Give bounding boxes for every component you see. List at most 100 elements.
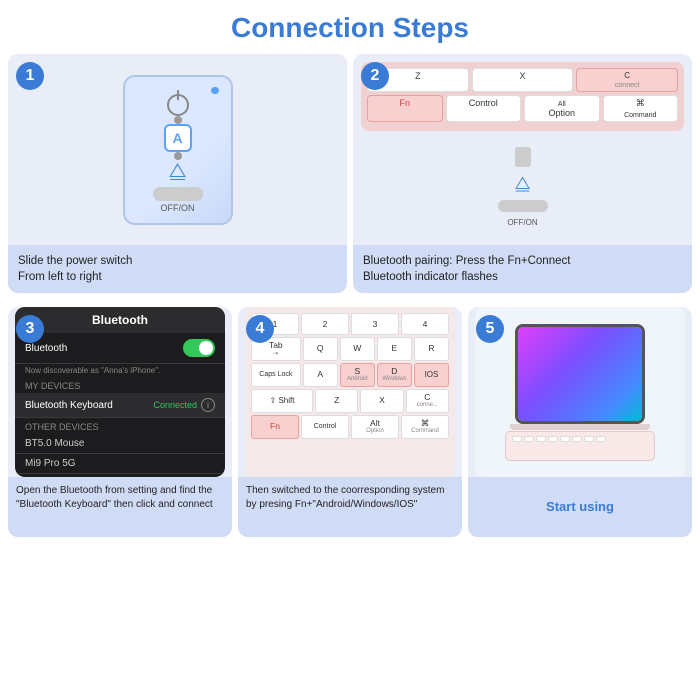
bt-other-device-1: BT5.0 Mouse: [15, 434, 225, 454]
keyboard-device-step1: A ⧋ OFF/ON: [123, 75, 233, 225]
key-a: A: [303, 363, 338, 387]
step-4-number: 4: [246, 315, 274, 343]
step-1-box: 1 A ⧋ OFF/ON Slide the power switchFrom …: [8, 54, 347, 293]
bt-toggle-label: Bluetooth: [25, 343, 67, 354]
mini-key: [572, 436, 582, 442]
mini-key: [536, 436, 546, 442]
tablet-keyboard-step5: [505, 431, 655, 461]
power-switch-step1: [153, 187, 203, 201]
key-shift: ⇧ Shift: [251, 389, 313, 413]
circle-dot-2: [174, 152, 182, 160]
key-q: Q: [303, 337, 338, 361]
key-r: R: [414, 337, 449, 361]
key-control: Control: [446, 95, 522, 122]
bt-other-devices-label: OTHER DEVICES: [15, 418, 225, 434]
tablet-body: [515, 324, 645, 424]
mini-key: [548, 436, 558, 442]
bt-toggle-row: Bluetooth: [15, 333, 225, 364]
mini-key: [512, 436, 522, 442]
top-steps: 1 A ⧋ OFF/ON Slide the power switchFrom …: [0, 54, 700, 307]
power-icon-step1: [167, 94, 189, 116]
key-ios: IOS: [414, 363, 449, 387]
step-1-image: 1 A ⧋ OFF/ON: [8, 54, 347, 245]
key-2: 2: [301, 313, 349, 335]
key-fn: Fn: [367, 95, 443, 122]
bt-toggle-switch: [183, 339, 215, 357]
page-title: Connection Steps: [0, 0, 700, 54]
step-4-box: 4 1 2 3 4 Tab⇥ Q W E R: [238, 307, 462, 537]
step-5-image: 5: [468, 307, 692, 477]
mini-key: [596, 436, 606, 442]
kb-row-4: ⇧ Shift Z X Cconne...: [251, 389, 449, 413]
bt-my-devices-label: MY DEVICES: [15, 377, 225, 393]
step2-device-bottom: ⧋ OFF/ON: [361, 137, 684, 237]
tablet-assembly: [505, 324, 655, 461]
key-3: 3: [351, 313, 399, 335]
key-ctrl2: Control: [301, 415, 349, 439]
step2-keys-top: Z X Cconnect Fn Control AllOption ⌘Comma…: [361, 62, 684, 131]
key-alt: AltOption: [351, 415, 399, 439]
key-caps: Caps Lock: [251, 363, 301, 387]
key-command: ⌘Command: [603, 95, 679, 122]
kb-row-3: Caps Lock A SAndroid DWindows IOS: [251, 363, 449, 387]
info-icon: i: [201, 398, 215, 412]
bt-other-device-2: Mi9 Pro 5G: [15, 454, 225, 474]
keyboard-layout-step4: 1 2 3 4 Tab⇥ Q W E R Caps Lock A SAn: [245, 307, 455, 477]
step-2-caption: Bluetooth pairing: Press the Fn+ConnectB…: [353, 245, 692, 293]
key-s-android: SAndroid: [340, 363, 375, 387]
bt-device-name: Bluetooth Keyboard: [25, 400, 113, 411]
kb-row-2: Tab⇥ Q W E R: [251, 337, 449, 361]
step-2-box: 2 Z X Cconnect Fn Control AllOption ⌘Com…: [353, 54, 692, 293]
step2-row2: Fn Control AllOption ⌘Command: [367, 95, 678, 122]
device-indicator-step2: [515, 147, 531, 167]
bt-other-device-3: OPPO R15: [15, 474, 225, 477]
bottom-steps: 3 Bluetooth Bluetooth Now discoverable a…: [0, 307, 700, 545]
tablet-setup-image: [475, 307, 685, 477]
step-5-caption: Start using: [468, 477, 692, 537]
step-1-number: 1: [16, 62, 44, 90]
bluetooth-icon-step2: ⧋: [514, 173, 530, 194]
tablet-hinge: [510, 424, 650, 430]
kb-keys-small: [506, 432, 654, 446]
bt-connected-text: Connected: [153, 400, 197, 410]
tablet-screen: [518, 327, 642, 421]
step-3-caption: Open the Bluetooth from setting and find…: [8, 477, 232, 537]
step-2-image: 2 Z X Cconnect Fn Control AllOption ⌘Com…: [353, 54, 692, 245]
key-c-connect: Cconne...: [406, 389, 449, 413]
mini-key: [584, 436, 594, 442]
key-w: W: [340, 337, 375, 361]
a-key-box: A: [164, 124, 192, 152]
bt-settings-panel: Bluetooth Bluetooth Now discoverable as …: [15, 307, 225, 477]
bt-device-row: Bluetooth Keyboard Connected i: [15, 393, 225, 418]
key-x2: X: [360, 389, 403, 413]
mini-key: [560, 436, 570, 442]
step-3-number: 3: [16, 315, 44, 343]
key-e: E: [377, 337, 412, 361]
bluetooth-dot-step1: [211, 87, 219, 95]
step-1-caption: Slide the power switchFrom left to right: [8, 245, 347, 293]
key-4: 4: [401, 313, 449, 335]
step2-row1: Z X Cconnect: [367, 68, 678, 92]
step-5-box: 5: [468, 307, 692, 537]
step-3-box: 3 Bluetooth Bluetooth Now discoverable a…: [8, 307, 232, 537]
key-z2: Z: [315, 389, 358, 413]
kb-row-5: Fn Control AltOption ⌘Command: [251, 415, 449, 439]
bt-discoverable-text: Now discoverable as "Anna's iPhone".: [15, 364, 225, 377]
key-connect: Cconnect: [576, 68, 678, 92]
step-2-number: 2: [361, 62, 389, 90]
off-on-label-step2: OFF/ON: [507, 218, 537, 227]
switch-step2: [498, 200, 548, 212]
key-x: X: [472, 68, 574, 92]
bt-settings-header: Bluetooth: [15, 307, 225, 333]
key-cmd2: ⌘Command: [401, 415, 449, 439]
bt-device-status-area: Connected i: [153, 398, 215, 412]
bluetooth-icon-step1: ⧋: [169, 160, 187, 183]
kb-row-1: 1 2 3 4: [251, 313, 449, 335]
step-5-number: 5: [476, 315, 504, 343]
step-4-caption: Then switched to the coorresponding syst…: [238, 477, 462, 537]
switch-label-step1: OFF/ON: [161, 203, 195, 213]
circle-dot-1: [174, 116, 182, 124]
mini-key: [524, 436, 534, 442]
key-option: AllOption: [524, 95, 600, 122]
key-d-windows: DWindows: [377, 363, 412, 387]
